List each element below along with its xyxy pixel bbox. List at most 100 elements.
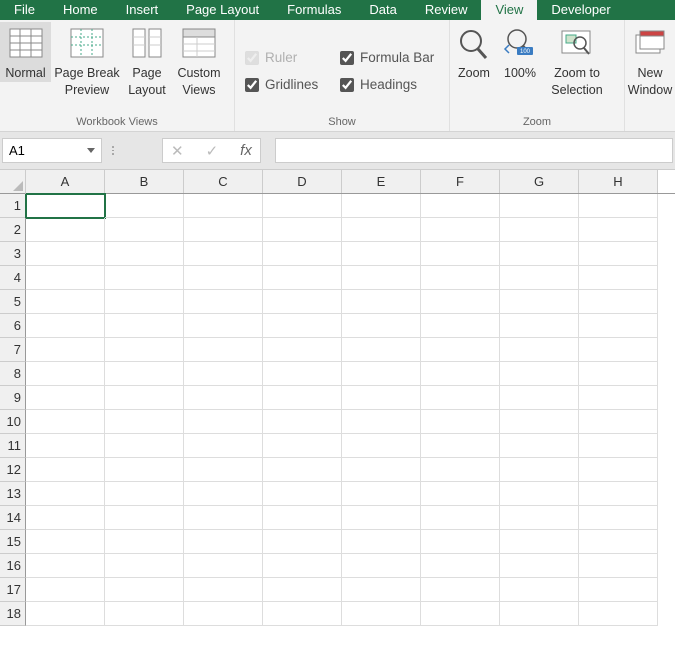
cell-D7[interactable] xyxy=(263,338,342,362)
cell-H1[interactable] xyxy=(579,194,658,218)
row-header-11[interactable]: 11 xyxy=(0,434,26,458)
cell-D1[interactable] xyxy=(263,194,342,218)
cell-A6[interactable] xyxy=(26,314,105,338)
cell-A11[interactable] xyxy=(26,434,105,458)
column-header-A[interactable]: A xyxy=(26,170,105,193)
cell-H15[interactable] xyxy=(579,530,658,554)
cell-G10[interactable] xyxy=(500,410,579,434)
cell-H2[interactable] xyxy=(579,218,658,242)
cell-E18[interactable] xyxy=(342,602,421,626)
row-header-3[interactable]: 3 xyxy=(0,242,26,266)
cell-F1[interactable] xyxy=(421,194,500,218)
cell-H9[interactable] xyxy=(579,386,658,410)
cell-F2[interactable] xyxy=(421,218,500,242)
cell-H5[interactable] xyxy=(579,290,658,314)
menu-tab-data[interactable]: Data xyxy=(355,0,410,20)
cell-E5[interactable] xyxy=(342,290,421,314)
cell-F4[interactable] xyxy=(421,266,500,290)
cell-G17[interactable] xyxy=(500,578,579,602)
cell-D5[interactable] xyxy=(263,290,342,314)
cell-H12[interactable] xyxy=(579,458,658,482)
cell-C6[interactable] xyxy=(184,314,263,338)
cell-D17[interactable] xyxy=(263,578,342,602)
gridlines-checkbox[interactable]: Gridlines xyxy=(235,71,330,98)
cell-E2[interactable] xyxy=(342,218,421,242)
row-header-14[interactable]: 14 xyxy=(0,506,26,530)
cell-C4[interactable] xyxy=(184,266,263,290)
cell-G3[interactable] xyxy=(500,242,579,266)
cell-D12[interactable] xyxy=(263,458,342,482)
cell-B15[interactable] xyxy=(105,530,184,554)
cell-A3[interactable] xyxy=(26,242,105,266)
column-header-D[interactable]: D xyxy=(263,170,342,193)
cell-C5[interactable] xyxy=(184,290,263,314)
row-header-12[interactable]: 12 xyxy=(0,458,26,482)
cell-F18[interactable] xyxy=(421,602,500,626)
cell-G9[interactable] xyxy=(500,386,579,410)
row-header-4[interactable]: 4 xyxy=(0,266,26,290)
menu-tab-insert[interactable]: Insert xyxy=(112,0,173,20)
cancel-icon[interactable]: ✕ xyxy=(171,142,184,160)
cell-G18[interactable] xyxy=(500,602,579,626)
zoom-100-button[interactable]: 100 100% xyxy=(498,22,542,82)
menu-tab-view[interactable]: View xyxy=(481,0,537,20)
menu-tab-page-layout[interactable]: Page Layout xyxy=(172,0,273,20)
cell-A7[interactable] xyxy=(26,338,105,362)
cell-A16[interactable] xyxy=(26,554,105,578)
cell-G7[interactable] xyxy=(500,338,579,362)
zoom-to-selection-button[interactable]: Zoom to Selection xyxy=(542,22,612,99)
cell-A8[interactable] xyxy=(26,362,105,386)
cell-A4[interactable] xyxy=(26,266,105,290)
cell-A13[interactable] xyxy=(26,482,105,506)
select-all-corner[interactable] xyxy=(0,170,26,194)
cell-C8[interactable] xyxy=(184,362,263,386)
cell-A2[interactable] xyxy=(26,218,105,242)
cell-D14[interactable] xyxy=(263,506,342,530)
cell-F11[interactable] xyxy=(421,434,500,458)
column-header-H[interactable]: H xyxy=(579,170,658,193)
page-layout-button[interactable]: Page Layout xyxy=(123,22,171,99)
cell-D9[interactable] xyxy=(263,386,342,410)
cell-E13[interactable] xyxy=(342,482,421,506)
cell-F16[interactable] xyxy=(421,554,500,578)
row-header-5[interactable]: 5 xyxy=(0,290,26,314)
cell-C17[interactable] xyxy=(184,578,263,602)
cell-H11[interactable] xyxy=(579,434,658,458)
column-header-G[interactable]: G xyxy=(500,170,579,193)
cell-B14[interactable] xyxy=(105,506,184,530)
formula-input[interactable] xyxy=(276,143,672,158)
cell-B1[interactable] xyxy=(105,194,184,218)
cell-H17[interactable] xyxy=(579,578,658,602)
cell-D6[interactable] xyxy=(263,314,342,338)
gridlines-checkbox-input[interactable] xyxy=(245,78,259,92)
cell-E6[interactable] xyxy=(342,314,421,338)
row-header-13[interactable]: 13 xyxy=(0,482,26,506)
row-header-16[interactable]: 16 xyxy=(0,554,26,578)
page-break-preview-button[interactable]: Page Break Preview xyxy=(51,22,123,99)
cell-G13[interactable] xyxy=(500,482,579,506)
cell-F10[interactable] xyxy=(421,410,500,434)
cell-B16[interactable] xyxy=(105,554,184,578)
cell-H7[interactable] xyxy=(579,338,658,362)
cell-F5[interactable] xyxy=(421,290,500,314)
cell-H16[interactable] xyxy=(579,554,658,578)
cell-A5[interactable] xyxy=(26,290,105,314)
cell-C13[interactable] xyxy=(184,482,263,506)
cell-B10[interactable] xyxy=(105,410,184,434)
row-header-10[interactable]: 10 xyxy=(0,410,26,434)
ruler-checkbox[interactable]: Ruler xyxy=(235,44,330,71)
cell-H13[interactable] xyxy=(579,482,658,506)
cell-C9[interactable] xyxy=(184,386,263,410)
menu-tab-review[interactable]: Review xyxy=(411,0,482,20)
cell-F8[interactable] xyxy=(421,362,500,386)
fx-icon[interactable]: fx xyxy=(240,142,252,159)
cell-A18[interactable] xyxy=(26,602,105,626)
row-header-8[interactable]: 8 xyxy=(0,362,26,386)
new-window-button[interactable]: New Window xyxy=(625,22,675,99)
cell-B9[interactable] xyxy=(105,386,184,410)
row-header-9[interactable]: 9 xyxy=(0,386,26,410)
headings-checkbox-input[interactable] xyxy=(340,78,354,92)
cell-F7[interactable] xyxy=(421,338,500,362)
cell-F15[interactable] xyxy=(421,530,500,554)
enter-icon[interactable]: ✓ xyxy=(206,142,219,160)
